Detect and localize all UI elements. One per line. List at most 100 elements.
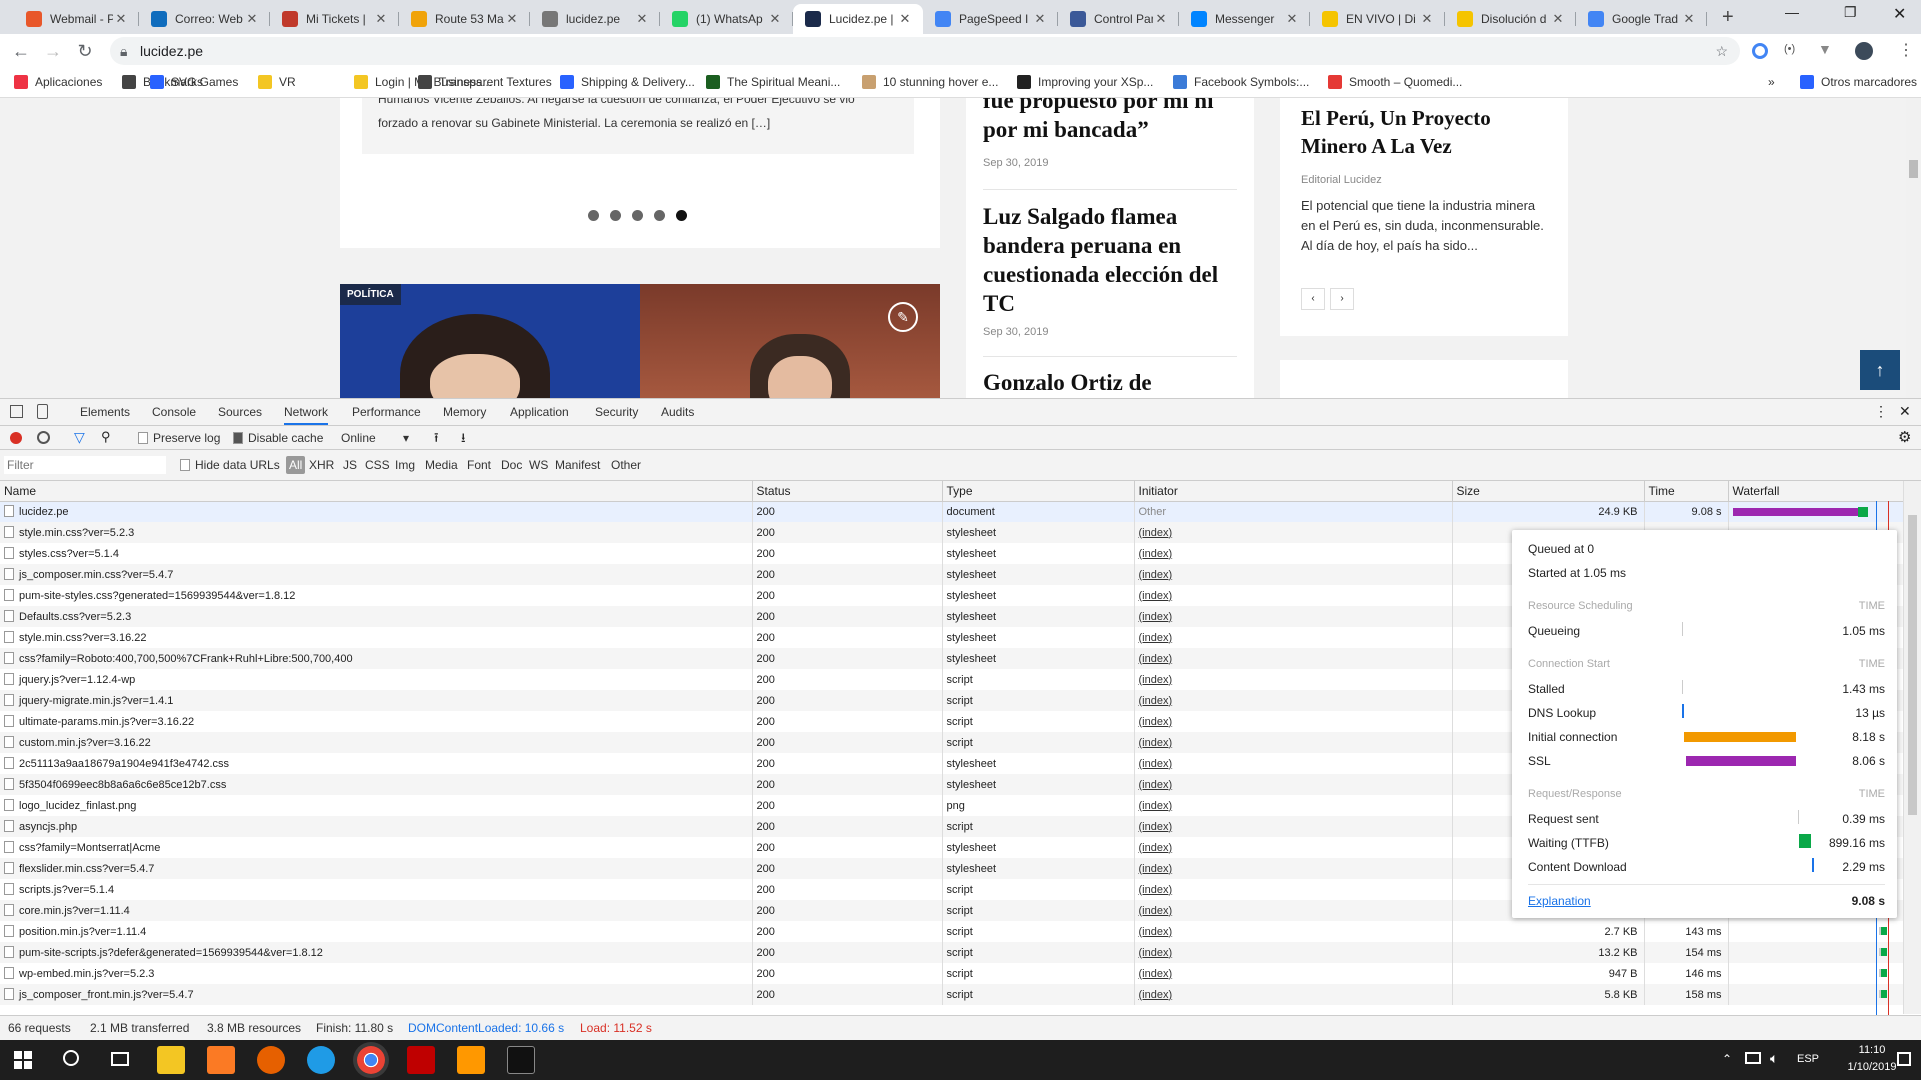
clear-icon[interactable] — [37, 431, 50, 444]
request-name[interactable]: js_composer.min.css?ver=5.4.7 — [0, 564, 753, 585]
devtools-tab-application[interactable]: Application — [510, 399, 569, 425]
request-name[interactable]: lucidez.pe — [0, 501, 753, 522]
xampp-icon[interactable] — [207, 1046, 235, 1074]
windows-start-icon[interactable] — [14, 1051, 32, 1069]
preserve-log-checkbox[interactable]: Preserve log — [138, 431, 220, 445]
tab-close-icon[interactable]: ✕ — [1681, 11, 1697, 27]
next-button[interactable]: › — [1330, 288, 1354, 310]
request-name[interactable]: core.min.js?ver=1.11.4 — [0, 900, 753, 921]
tab-close-icon[interactable]: ✕ — [1153, 11, 1169, 27]
firefox-icon[interactable] — [257, 1046, 285, 1074]
browser-tab[interactable]: Lucidez.pe | ✕ — [793, 4, 923, 34]
star-icon[interactable]: ☆ — [1715, 37, 1728, 65]
request-initiator[interactable]: (index) — [1134, 858, 1453, 879]
network-icon[interactable] — [1745, 1052, 1761, 1064]
request-initiator[interactable]: (index) — [1134, 963, 1453, 984]
category-badge[interactable]: POLÍTICA — [340, 284, 401, 305]
request-name[interactable]: css?family=Montserrat|Acme — [0, 837, 753, 858]
bookmark-item[interactable]: Otros marcadores — [1800, 75, 1917, 89]
request-initiator[interactable]: (index) — [1134, 753, 1453, 774]
search-icon[interactable] — [63, 1050, 79, 1066]
request-initiator[interactable]: (index) — [1134, 522, 1453, 543]
close-window-button[interactable]: ✕ — [1893, 4, 1906, 24]
bookmark-item[interactable]: VR — [258, 75, 296, 89]
table-row[interactable]: wp-embed.min.js?ver=5.2.3 200 script (index… — [0, 963, 1904, 984]
tab-close-icon[interactable]: ✕ — [113, 11, 129, 27]
tab-close-icon[interactable]: ✕ — [373, 11, 389, 27]
headline-partial[interactable]: fue propuesto por mí ni por mi bancada” — [983, 98, 1233, 144]
table-row[interactable]: lucidez.pe 200 document Other 24.9 KB 9.08 s — [0, 501, 1904, 522]
request-initiator[interactable]: (index) — [1134, 585, 1453, 606]
devtools-menu-icon[interactable]: ⋮ — [1874, 403, 1888, 420]
request-initiator[interactable]: (index) — [1134, 942, 1453, 963]
request-name[interactable]: css?family=Roboto:400,700,500%7CFrank+Ru… — [0, 648, 753, 669]
menu-icon[interactable]: ⋮ — [1898, 40, 1914, 60]
request-name[interactable]: asyncjs.php — [0, 816, 753, 837]
tab-close-icon[interactable]: ✕ — [634, 11, 650, 27]
request-initiator[interactable]: (index) — [1134, 627, 1453, 648]
request-initiator[interactable]: (index) — [1134, 774, 1453, 795]
browser-tab[interactable]: EN VIVO | Di ✕ — [1310, 4, 1445, 34]
bookmark-item[interactable]: Facebook Symbols:... — [1173, 75, 1309, 89]
column-header-initiator[interactable]: Initiator — [1134, 481, 1453, 502]
extension-icon[interactable]: ▼ — [1818, 41, 1832, 57]
devtools-close-icon[interactable]: ✕ — [1899, 403, 1911, 420]
filter-type-xhr[interactable]: XHR — [306, 456, 337, 474]
filter-type-font[interactable]: Font — [464, 456, 494, 474]
request-initiator[interactable]: Other — [1134, 501, 1453, 522]
table-row[interactable]: position.min.js?ver=1.11.4 200 script (inde… — [0, 921, 1904, 942]
new-tab-button[interactable]: + — [1722, 6, 1734, 29]
column-header-waterfall[interactable]: Waterfall — [1728, 481, 1904, 502]
throttling-select[interactable]: Online ▾ — [341, 431, 411, 445]
request-initiator[interactable]: (index) — [1134, 984, 1453, 1005]
app-icon[interactable] — [307, 1046, 335, 1074]
request-name[interactable]: scripts.js?ver=5.1.4 — [0, 879, 753, 900]
request-name[interactable]: Defaults.css?ver=5.2.3 — [0, 606, 753, 627]
devtools-tab-security[interactable]: Security — [595, 399, 638, 425]
prev-button[interactable]: ‹ — [1301, 288, 1325, 310]
bookmark-item[interactable]: 10 stunning hover e... — [862, 75, 998, 89]
request-initiator[interactable]: (index) — [1134, 732, 1453, 753]
tab-close-icon[interactable]: ✕ — [1284, 11, 1300, 27]
filter-type-all[interactable]: All — [286, 456, 306, 474]
request-name[interactable]: 5f3504f0699eec8b8a6a6c6e85ce12b7.css — [0, 774, 753, 795]
browser-tab[interactable]: Messenger ✕ — [1179, 4, 1310, 34]
table-row[interactable]: pum-site-scripts.js?defer&generated=1569… — [0, 942, 1904, 963]
task-view-icon[interactable] — [111, 1052, 129, 1066]
file-explorer-icon[interactable] — [157, 1046, 185, 1074]
request-name[interactable]: 2c51113a9aa18679a1904e941f3e4742.css — [0, 753, 753, 774]
hide-data-urls-checkbox[interactable]: Hide data URLs — [180, 458, 280, 472]
tab-close-icon[interactable]: ✕ — [767, 11, 783, 27]
request-name[interactable]: js_composer_front.min.js?ver=5.4.7 — [0, 984, 753, 1005]
clock-date[interactable]: 1/10/2019 — [1842, 1061, 1902, 1073]
browser-tab[interactable]: Route 53 Ma ✕ — [399, 4, 530, 34]
disable-cache-checkbox[interactable]: Disable cache — [233, 431, 323, 445]
bookmark-item[interactable]: Shipping & Delivery... — [560, 75, 695, 89]
request-initiator[interactable]: (index) — [1134, 921, 1453, 942]
request-name[interactable]: style.min.css?ver=3.16.22 — [0, 627, 753, 648]
bookmark-item[interactable]: Transparent Textures — [418, 75, 552, 89]
devtools-tab-performance[interactable]: Performance — [352, 399, 421, 425]
filter-icon[interactable]: ▽ — [74, 429, 85, 446]
filter-type-ws[interactable]: WS — [526, 456, 551, 474]
request-initiator[interactable]: (index) — [1134, 543, 1453, 564]
filter-type-img[interactable]: Img — [392, 456, 418, 474]
notification-icon[interactable] — [1897, 1052, 1911, 1066]
devtools-tab-console[interactable]: Console — [152, 399, 196, 425]
export-icon[interactable]: ⭳ — [461, 429, 466, 451]
editorial-author[interactable]: Editorial Lucidez — [1301, 174, 1382, 186]
browser-tab[interactable]: lucidez.pe ✕ — [530, 4, 660, 34]
filezilla-icon[interactable] — [407, 1046, 435, 1074]
request-name[interactable]: pum-site-scripts.js?defer&generated=1569… — [0, 942, 753, 963]
sublime-text-icon[interactable] — [457, 1046, 485, 1074]
featured-image[interactable]: POLÍTICA ✎ — [340, 284, 940, 398]
filter-type-other[interactable]: Other — [608, 456, 644, 474]
request-name[interactable]: pum-site-styles.css?generated=1569939544… — [0, 585, 753, 606]
browser-tab[interactable]: Webmail - P ✕ — [14, 4, 139, 34]
volume-icon[interactable]: 🔈︎ — [1770, 1050, 1778, 1067]
browser-tab[interactable]: PageSpeed I ✕ — [923, 4, 1058, 34]
settings-icon[interactable]: ⚙ — [1898, 428, 1911, 446]
browser-tab[interactable]: Correo: Web ✕ — [139, 4, 270, 34]
editorial-title[interactable]: El Perú, Un Proyecto Minero A La Vez — [1301, 104, 1541, 160]
browser-tab[interactable]: (1) WhatsAp ✕ — [660, 4, 793, 34]
